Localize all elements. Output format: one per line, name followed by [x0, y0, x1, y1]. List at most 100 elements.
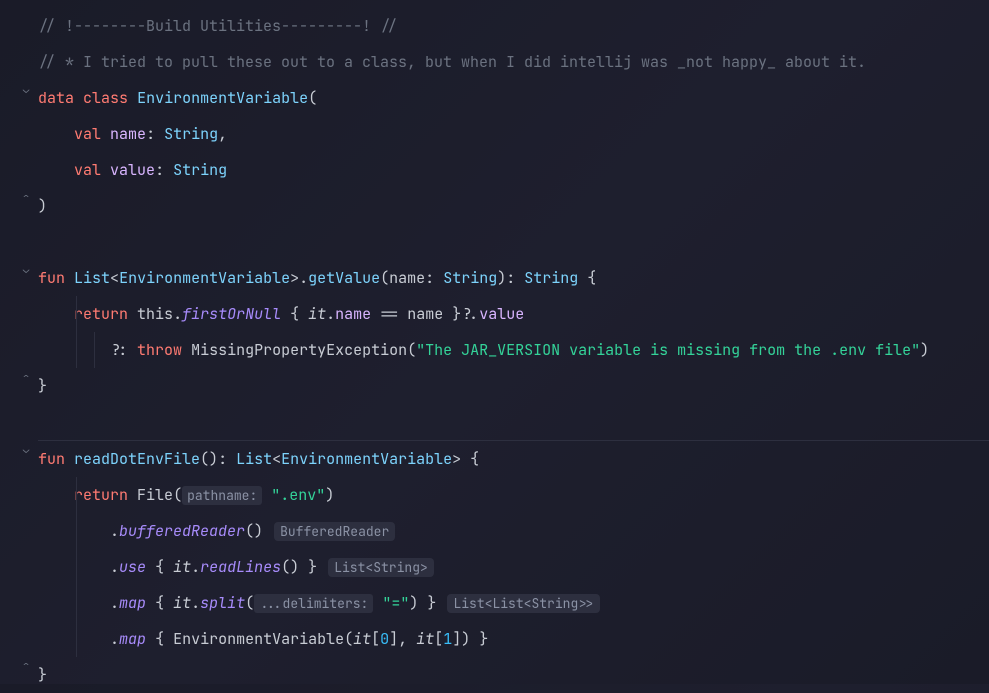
punct: } — [38, 665, 47, 685]
ext-func: firstOrNull — [182, 304, 281, 324]
code-line[interactable]: .map { it.split(...delimiters: "=") } Li… — [38, 585, 989, 621]
keyword: return — [74, 485, 128, 505]
string-literal: "=" — [382, 593, 409, 613]
it-ref: it — [308, 304, 326, 324]
punct: [ — [371, 629, 380, 649]
punct: > — [452, 449, 461, 469]
punct: : — [425, 268, 434, 288]
type: String — [173, 160, 227, 180]
punct: } — [38, 376, 47, 396]
punct: ( — [344, 629, 353, 649]
keyword: class — [83, 88, 128, 108]
type: String — [443, 268, 497, 288]
param: name — [389, 268, 425, 288]
property: value — [110, 160, 155, 180]
code-line[interactable]: fun List<EnvironmentVariable>.getValue(n… — [38, 260, 989, 296]
code-line[interactable]: } — [38, 368, 989, 404]
punct: { — [155, 629, 164, 649]
punct: < — [110, 268, 119, 288]
punct: () — [245, 521, 263, 541]
punct: { — [290, 304, 299, 324]
code-line[interactable]: } — [38, 657, 989, 693]
code-line[interactable]: // !--------Build Utilities---------! // — [38, 8, 989, 44]
code-line[interactable]: ?: throw MissingPropertyException("The J… — [38, 332, 989, 368]
type: String — [164, 124, 218, 144]
punct: ( — [380, 268, 389, 288]
punct: () — [281, 557, 299, 577]
fold-toggle-icon[interactable]: ⌄ — [20, 264, 32, 276]
code-line[interactable]: data class EnvironmentVariable( — [38, 80, 989, 116]
class-name: MissingPropertyException — [191, 340, 407, 360]
keyword: data — [38, 88, 74, 108]
punct: : — [218, 449, 227, 469]
string-literal: "The JAR_VERSION variable is missing fro… — [416, 340, 920, 360]
punct: : — [506, 268, 515, 288]
code-line[interactable]: .bufferedReader() BufferedReader — [38, 513, 989, 549]
ext-func: readLines — [200, 557, 281, 577]
func-name: getValue — [308, 268, 380, 288]
type: String — [524, 268, 578, 288]
keyword: fun — [38, 449, 65, 469]
punct: [ — [434, 629, 443, 649]
class-name: EnvironmentVariable — [173, 629, 344, 649]
this-ref: this — [137, 304, 173, 324]
ext-func: map — [119, 593, 146, 613]
number: 0 — [380, 629, 389, 649]
code-line[interactable]: ) — [38, 188, 989, 224]
gutter: ⌄ ⌃ ⌄ ⌃ ⌄ ⌃ — [0, 0, 36, 693]
keyword: throw — [137, 340, 182, 360]
punct: ] — [452, 629, 461, 649]
punct: { — [155, 557, 164, 577]
type: EnvironmentVariable — [119, 268, 290, 288]
fold-toggle-icon[interactable]: ⌃ — [20, 192, 32, 204]
keyword: return — [74, 304, 128, 324]
fold-toggle-icon[interactable]: ⌄ — [20, 84, 32, 96]
code-line[interactable]: .map { EnvironmentVariable(it[0], it[1])… — [38, 621, 989, 657]
property: name — [335, 304, 371, 324]
punct: ) — [325, 485, 334, 505]
comment: // * I tried to pull these out to a clas… — [38, 52, 866, 72]
comment: // !--------Build Utilities---------! // — [38, 16, 398, 36]
punct: : — [155, 160, 164, 180]
fold-toggle-icon[interactable]: ⌄ — [20, 444, 32, 456]
punct: { — [587, 268, 596, 288]
code-line[interactable]: fun readDotEnvFile(): List<EnvironmentVa… — [38, 441, 989, 477]
punct: ) — [497, 268, 506, 288]
punct: ( — [173, 485, 182, 505]
ident: name — [407, 304, 443, 324]
punct: . — [191, 593, 200, 613]
property: name — [110, 124, 146, 144]
ext-func: split — [200, 593, 245, 613]
type-hint: List<List<String>> — [447, 594, 599, 613]
it-ref: it — [173, 557, 191, 577]
keyword: fun — [38, 268, 65, 288]
type: List — [236, 449, 272, 469]
punct: . — [191, 557, 200, 577]
punct: , — [398, 629, 407, 649]
code-line[interactable]: // * I tried to pull these out to a clas… — [38, 44, 989, 80]
type-hint: List<String> — [328, 558, 434, 577]
code-line[interactable]: return this.firstOrNull { it.name == nam… — [38, 296, 989, 332]
type: List — [74, 268, 110, 288]
type-hint: BufferedReader — [274, 522, 395, 541]
punct: : — [146, 124, 155, 144]
ext-func: use — [119, 557, 146, 577]
code-line[interactable]: return File(pathname: ".env") — [38, 477, 989, 513]
it-ref: it — [353, 629, 371, 649]
punct: ?. — [461, 304, 479, 324]
string-literal: ".env" — [271, 485, 325, 505]
punct: ) — [920, 340, 929, 360]
ext-func: map — [119, 629, 146, 649]
code-line[interactable] — [38, 404, 989, 440]
code-editor[interactable]: ⌄ ⌃ ⌄ ⌃ ⌄ ⌃ // !--------Build Utilities-… — [0, 0, 989, 693]
code-line[interactable]: .use { it.readLines() } List<String> — [38, 549, 989, 585]
punct: . — [110, 629, 119, 649]
code-line[interactable] — [38, 224, 989, 260]
punct: } — [452, 304, 461, 324]
punct: , — [218, 124, 227, 144]
code-line[interactable]: val value: String — [38, 152, 989, 188]
code-line[interactable]: val name: String, — [38, 116, 989, 152]
fold-toggle-icon[interactable]: ⌃ — [20, 660, 32, 672]
keyword: val — [74, 124, 101, 144]
fold-toggle-icon[interactable]: ⌃ — [20, 372, 32, 384]
